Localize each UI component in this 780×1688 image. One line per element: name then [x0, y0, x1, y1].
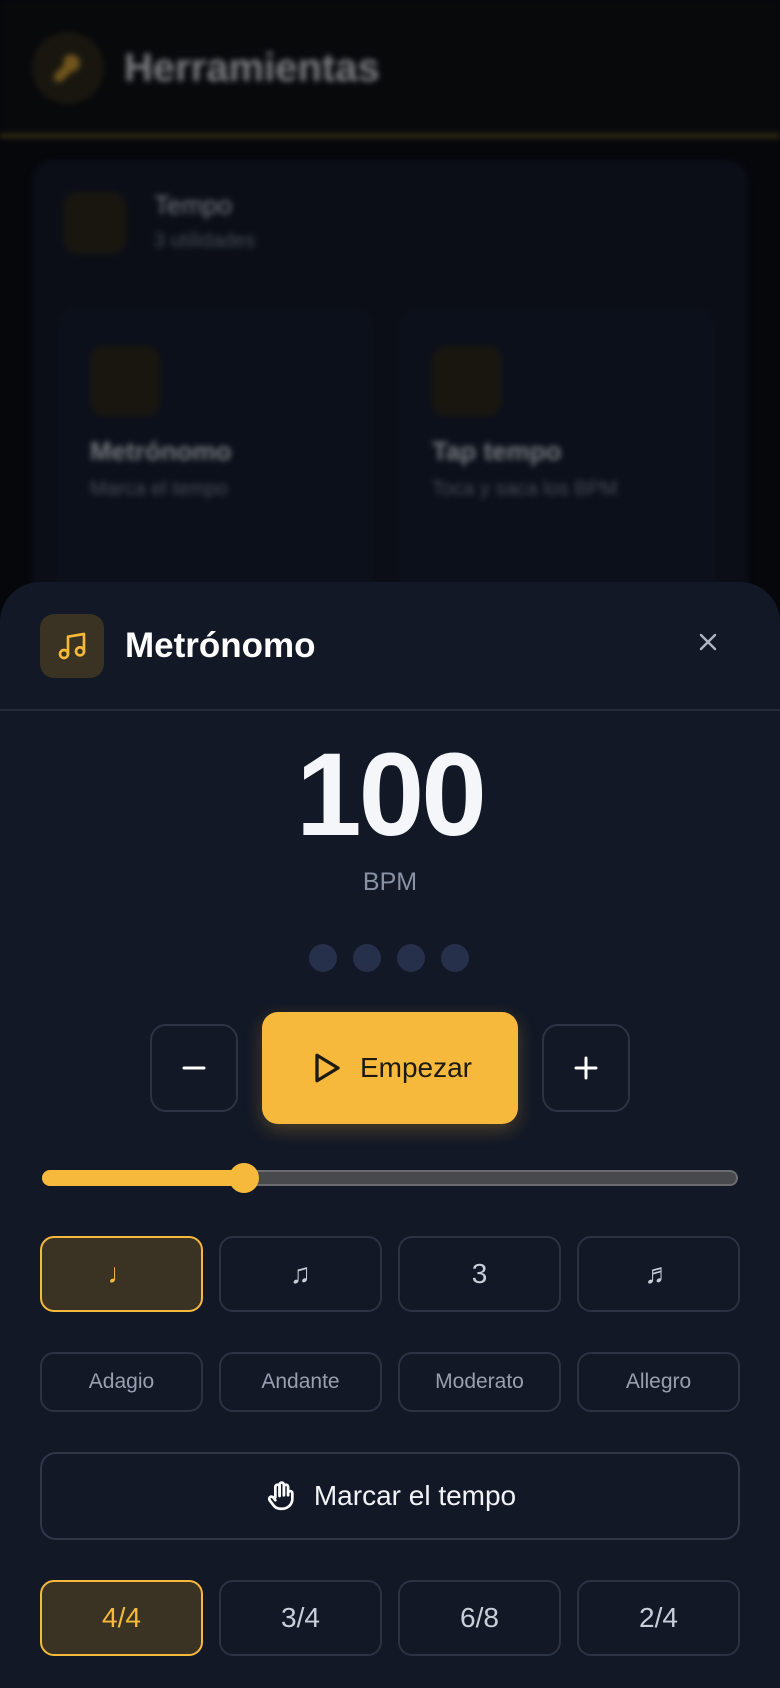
- subdivision-sixteenth[interactable]: ♬: [577, 1236, 740, 1312]
- play-icon: [315, 1053, 340, 1083]
- time-signature-3-4[interactable]: 3/4: [219, 1580, 382, 1656]
- app-header: Herramientas: [0, 0, 780, 138]
- slider-thumb[interactable]: [228, 1163, 259, 1193]
- beat-dot: [397, 944, 425, 972]
- tool-tile-subtitle: Toca y saca los BPM: [432, 478, 618, 500]
- tool-tile-title: Tap tempo: [432, 436, 562, 466]
- tap-tempo-button[interactable]: Marcar el tempo: [40, 1452, 740, 1540]
- subdivision-quarter[interactable]: ♩: [40, 1236, 203, 1312]
- minus-icon: [182, 1066, 206, 1070]
- subdivision-triplet[interactable]: 3: [398, 1236, 561, 1312]
- hand-tap-icon: [432, 346, 502, 416]
- category-subtitle: 3 utilidades: [154, 230, 256, 252]
- decrement-bpm-button[interactable]: [150, 1024, 238, 1112]
- start-label: Empezar: [359, 1052, 473, 1083]
- time-signature-2-4[interactable]: 2/4: [577, 1580, 740, 1656]
- plus-icon: [574, 1056, 598, 1080]
- tap-tempo-label: Marcar el tempo: [313, 1480, 517, 1511]
- preset-andante[interactable]: Andante: [219, 1352, 382, 1412]
- time-signature-4-4[interactable]: 4/4: [40, 1580, 203, 1656]
- clock-icon: [64, 192, 126, 254]
- start-button[interactable]: Empezar: [262, 1012, 518, 1124]
- category-title: Tempo: [154, 190, 233, 220]
- beat-indicators: [309, 944, 469, 972]
- tool-tile-subtitle: Marca el tempo: [90, 478, 228, 500]
- sheet-header: Metrónomo: [0, 582, 780, 711]
- preset-allegro[interactable]: Allegro: [577, 1352, 740, 1412]
- tool-tile-metronome[interactable]: Metrónomo Marca el tempo: [60, 310, 370, 610]
- close-icon: [699, 633, 717, 651]
- close-button[interactable]: [688, 622, 728, 662]
- time-signature-options: 4/4 3/4 6/8 2/4: [40, 1580, 740, 1656]
- time-signature-6-8[interactable]: 6/8: [398, 1580, 561, 1656]
- bpm-slider[interactable]: [42, 1163, 738, 1193]
- page-title: Herramientas: [124, 46, 380, 90]
- music-note-icon: [90, 346, 160, 416]
- wrench-icon: [32, 32, 104, 104]
- music-notes-icon: [40, 614, 104, 678]
- increment-bpm-button[interactable]: [542, 1024, 630, 1112]
- slider-fill: [42, 1170, 244, 1186]
- sheet-title: Metrónomo: [125, 626, 316, 665]
- beat-dot: [353, 944, 381, 972]
- preset-adagio[interactable]: Adagio: [40, 1352, 203, 1412]
- beat-dot: [309, 944, 337, 972]
- preset-moderato[interactable]: Moderato: [398, 1352, 561, 1412]
- subdivision-eighth[interactable]: ♫: [219, 1236, 382, 1312]
- tool-tile-tap-tempo[interactable]: Tap tempo Toca y saca los BPM: [402, 310, 712, 610]
- bpm-value: 100: [296, 729, 487, 861]
- tempo-presets: Adagio Andante Moderato Allegro: [40, 1352, 740, 1412]
- hand-icon: [267, 1481, 294, 1511]
- tool-tile-title: Metrónomo: [90, 436, 232, 466]
- subdivision-options: ♩ ♫ 3 ♬: [40, 1236, 740, 1312]
- bpm-unit: BPM: [362, 868, 418, 896]
- beat-dot: [441, 944, 469, 972]
